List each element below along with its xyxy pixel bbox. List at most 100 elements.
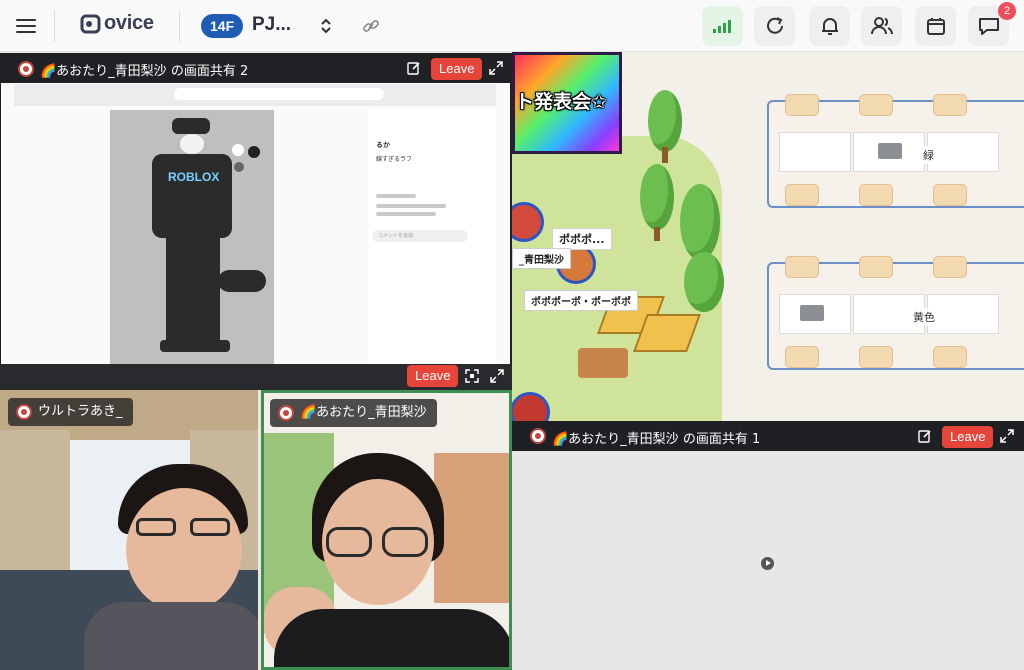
- avatar-name-tag: ポポポ...: [552, 228, 612, 250]
- annotate-button[interactable]: [915, 426, 935, 446]
- annotate-button[interactable]: [404, 58, 424, 78]
- panel-header: 🌈あおたり_青田梨沙 の画面共有 2 Leave: [0, 53, 512, 83]
- scan-icon: [465, 369, 479, 383]
- glasses: [190, 518, 230, 536]
- calendar-button[interactable]: [915, 6, 956, 46]
- desk: [779, 132, 851, 172]
- bell-icon: [821, 18, 838, 35]
- avatar-name-tag: ポポポーポ・ポーポポ: [524, 290, 638, 311]
- link-icon: [363, 20, 379, 32]
- background-poster: [434, 453, 509, 603]
- calendar-icon: [926, 18, 945, 35]
- top-bar: ovice 14F PJ... 2: [0, 0, 1024, 52]
- glasses: [326, 527, 372, 557]
- refresh-button[interactable]: [754, 6, 795, 46]
- copy-link-button[interactable]: [358, 13, 384, 39]
- fullscreen-button[interactable]: [997, 426, 1017, 446]
- person-shirt: [84, 602, 258, 670]
- chair: [933, 184, 967, 206]
- panel-title: 🌈あおたり_青田梨沙 の画面共有 1: [552, 432, 761, 447]
- avatar: [278, 405, 294, 421]
- leave-button[interactable]: Leave: [942, 426, 994, 448]
- webcam-tile[interactable]: ウルトラあき_: [0, 390, 258, 670]
- chair: [859, 256, 893, 278]
- tree: [648, 90, 682, 152]
- leave-button[interactable]: Leave: [407, 365, 459, 387]
- desk-cluster-green[interactable]: 緑: [767, 94, 1024, 208]
- floor-badge[interactable]: 14F: [201, 14, 244, 38]
- office-map[interactable]: ト発表会✩ ポポポ... _青田梨沙 ポポポーポ・ポーポポ 緑 黄色: [512, 52, 1024, 421]
- avatar: [18, 61, 34, 77]
- space-name[interactable]: PJ...: [252, 14, 291, 36]
- participant-name-tag: ウルトラあき_: [8, 398, 133, 426]
- shared-browser-bar: [14, 84, 496, 106]
- notifications-button[interactable]: [809, 6, 850, 46]
- cluster-label: 黄色: [909, 308, 939, 326]
- expand-icon: [489, 61, 503, 75]
- signal-icon: [712, 20, 731, 33]
- menu-icon: [16, 19, 36, 33]
- shared-url-box: [174, 88, 384, 100]
- expand-icon: [490, 369, 504, 383]
- chair: [933, 346, 967, 368]
- participant-name: ウルトラあき_: [38, 404, 123, 419]
- chair: [859, 346, 893, 368]
- shirt-brand-text: ROBLOX: [168, 170, 220, 184]
- tree-trunk: [654, 227, 660, 241]
- desk-cluster-yellow[interactable]: 黄色: [767, 256, 1024, 370]
- curtain: [0, 430, 70, 590]
- desk: [853, 132, 925, 172]
- monitor: [878, 143, 902, 159]
- play-icon[interactable]: [761, 557, 774, 570]
- character-face: [180, 134, 204, 154]
- space-switch-button[interactable]: [314, 14, 338, 38]
- banner-text: ト発表会✩: [515, 91, 607, 113]
- tree-trunk: [662, 147, 668, 163]
- desk: [779, 294, 851, 334]
- expand-icon: [1000, 429, 1014, 443]
- tree: [640, 164, 674, 230]
- ovice-logo[interactable]: ovice: [80, 12, 154, 35]
- character-boots: [160, 340, 230, 352]
- person-face: [126, 488, 242, 612]
- chat-button[interactable]: 2: [968, 2, 1016, 46]
- shared-comment-column: るか 線すぎるラフ コメントを追加: [368, 110, 496, 364]
- members-button[interactable]: [861, 6, 902, 46]
- chair: [859, 94, 893, 116]
- panel-title: 🌈あおたり_青田梨沙 の画面共有 2: [40, 64, 249, 79]
- menu-button[interactable]: [8, 8, 44, 44]
- chair: [785, 184, 819, 206]
- screen-share-panel-1[interactable]: 🌈あおたり_青田梨沙 の画面共有 1 Leave: [512, 421, 1024, 451]
- fullscreen-button[interactable]: [486, 58, 506, 78]
- avatar-name-tag: _青田梨沙: [512, 248, 571, 269]
- leave-button[interactable]: Leave: [431, 58, 483, 80]
- character-hat: [172, 118, 210, 134]
- fullscreen-button[interactable]: [487, 366, 507, 386]
- comment-line: [376, 194, 416, 198]
- logo-text: ovice: [104, 12, 154, 34]
- color-swatch: [232, 144, 244, 156]
- person-shirt: [274, 609, 509, 667]
- comment-line: [376, 204, 446, 208]
- comment-author: るか: [376, 141, 390, 149]
- character-coat: [152, 154, 232, 238]
- chair: [785, 256, 819, 278]
- shared-illustration-canvas: ROBLOX: [110, 110, 274, 364]
- divider: [54, 10, 55, 42]
- tree: [684, 252, 724, 312]
- camera-strip-bar: Leave: [0, 364, 512, 390]
- refresh-icon: [766, 17, 783, 34]
- character-orca-tail: [218, 270, 266, 292]
- avatar: [16, 404, 32, 420]
- comment-input: コメントを追加: [372, 230, 468, 242]
- notification-badge: 2: [998, 2, 1016, 20]
- chat-icon: [978, 18, 999, 35]
- glasses: [136, 518, 176, 536]
- focus-button[interactable]: [462, 366, 482, 386]
- ovice-logo-icon: [80, 14, 101, 33]
- connection-status-button[interactable]: [702, 6, 743, 46]
- participant-name-tag: 🌈あおたり_青田梨沙: [270, 399, 437, 427]
- monitor: [800, 305, 824, 321]
- webcam-tile-active-speaker[interactable]: 🌈あおたり_青田梨沙: [261, 390, 512, 670]
- avatar: [530, 428, 546, 444]
